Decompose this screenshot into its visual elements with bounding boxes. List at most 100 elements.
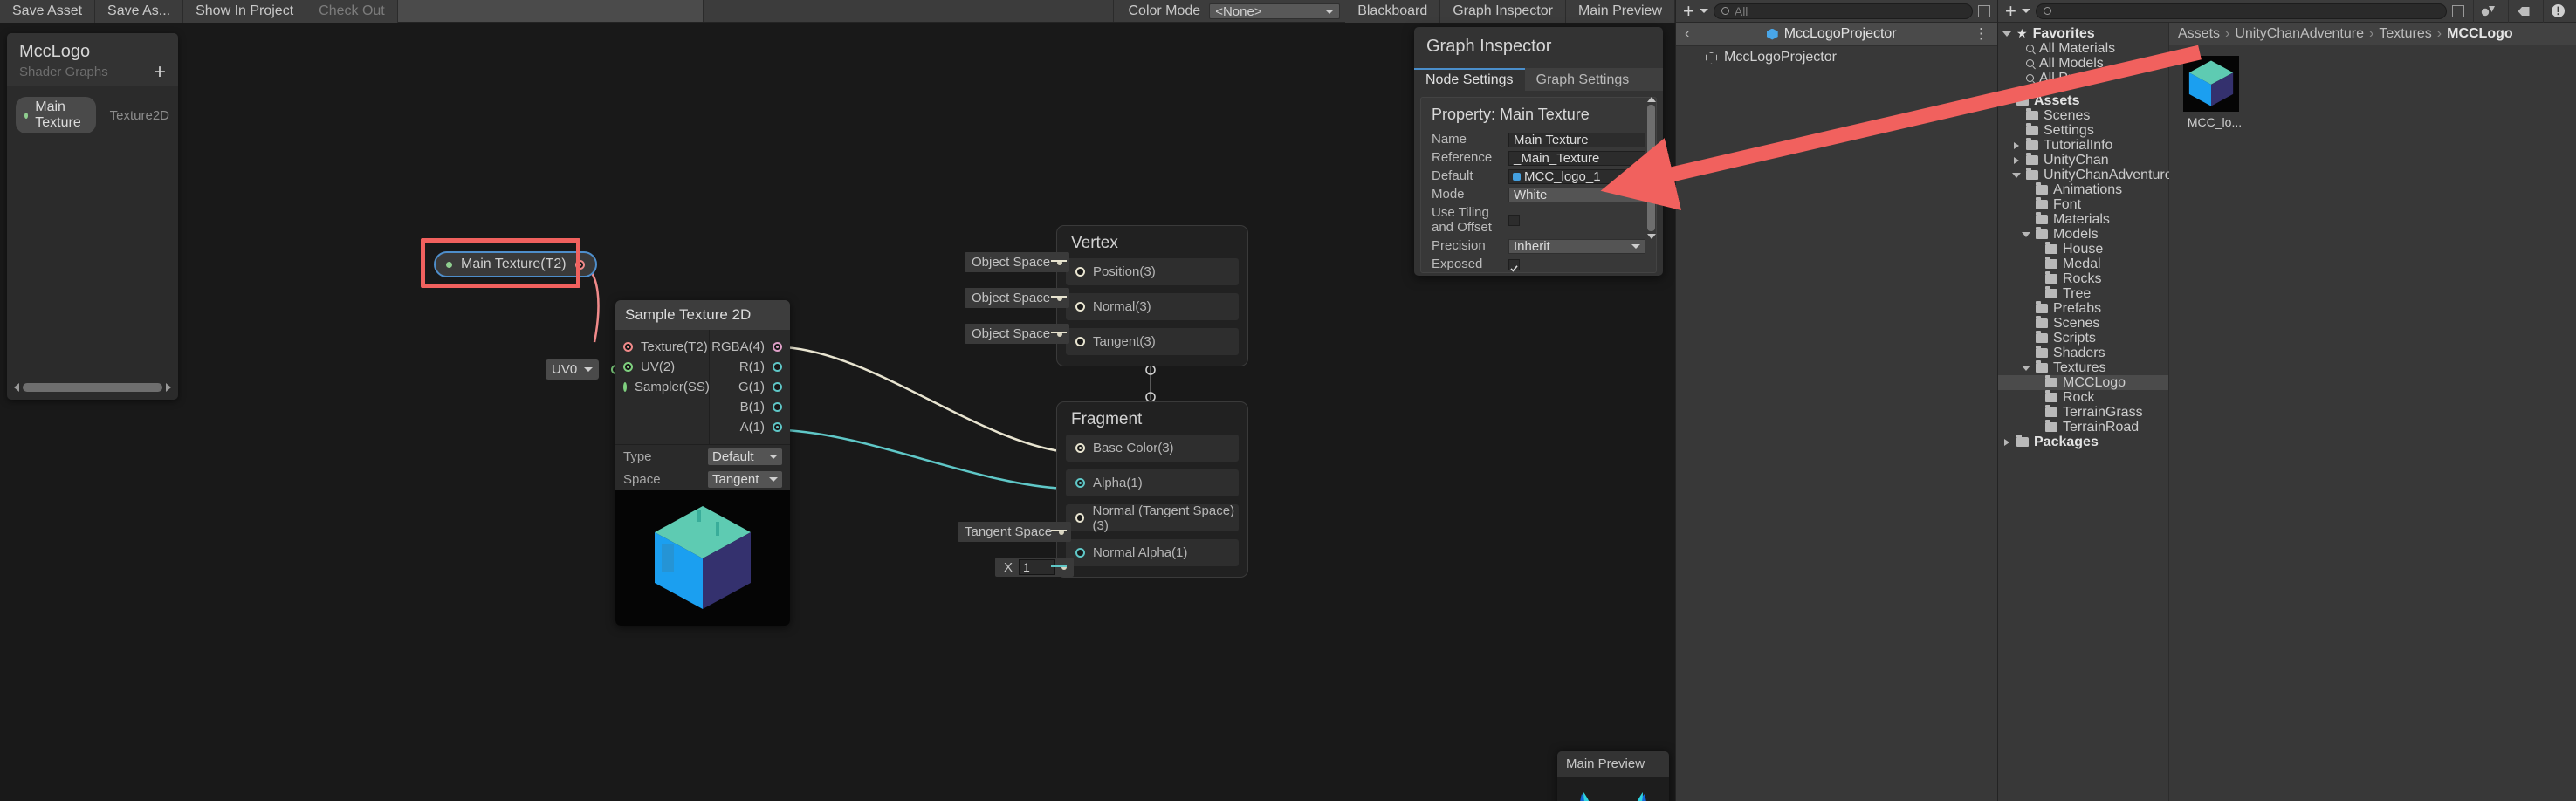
master-stack-fragment[interactable]: Fragment Base Color(3) Alpha(1) Normal (…	[1056, 401, 1248, 578]
tab-node-settings[interactable]: Node Settings	[1414, 68, 1525, 91]
normal-alpha-input[interactable]	[1019, 559, 1055, 575]
scroll-right-icon[interactable]	[166, 383, 171, 392]
reference-input[interactable]: _Main_Texture	[1508, 151, 1645, 166]
node-sample-texture-2d[interactable]: Sample Texture 2D Texture(T2) UV(2) Samp…	[615, 300, 790, 626]
output-port-r[interactable]: R(1)	[710, 357, 782, 377]
tree-item-animations[interactable]: Animations	[1998, 182, 2168, 197]
port-icon[interactable]	[773, 402, 782, 412]
inspector-scroll-thumb[interactable]	[1647, 105, 1655, 231]
scroll-left-icon[interactable]	[14, 383, 19, 392]
output-port-b[interactable]: B(1)	[710, 397, 782, 417]
blackboard-toggle-button[interactable]: Blackboard	[1345, 0, 1440, 23]
port-icon[interactable]	[623, 382, 627, 392]
blackboard-scrollbar[interactable]	[14, 381, 171, 393]
twisty-expanded-icon[interactable]	[2002, 99, 2011, 104]
fragment-slot-alpha[interactable]: Alpha(1)	[1066, 469, 1239, 496]
tree-item-tutorialinfo[interactable]: TutorialInfo	[1998, 138, 2168, 153]
port-icon[interactable]	[773, 422, 782, 432]
main-preview-viewport[interactable]	[1557, 777, 1669, 801]
blackboard-property-row[interactable]: Main Texture Texture2D	[16, 97, 169, 134]
port-icon[interactable]	[1075, 302, 1085, 312]
fragment-slot-normal-tangent-space[interactable]: Normal (Tangent Space)(3)	[1066, 504, 1239, 531]
port-icon[interactable]	[773, 382, 782, 392]
tree-item-shaders[interactable]: Shaders	[1998, 346, 2168, 360]
vertex-normal-space-chip[interactable]: Object Space	[965, 288, 1069, 308]
breadcrumb-segment[interactable]: UnityChanAdventure	[2235, 26, 2364, 42]
tree-item-scenes[interactable]: Scenes	[1998, 316, 2168, 331]
asset-thumbnail[interactable]	[2183, 56, 2239, 112]
output-port-g[interactable]: G(1)	[710, 377, 782, 397]
hierarchy-search-input[interactable]: All	[1714, 3, 1973, 19]
blackboard-panel[interactable]: MccLogo Shader Graphs + Main Texture Tex…	[7, 33, 178, 400]
expand-window-icon[interactable]	[1978, 5, 1990, 17]
tree-item-unitychanadventure[interactable]: UnityChanAdventure	[1998, 168, 2168, 182]
search-by-type-icon[interactable]	[2473, 0, 2503, 23]
chevron-down-icon[interactable]	[1700, 9, 1708, 13]
project-search-input[interactable]	[2036, 3, 2447, 19]
tree-item-rock[interactable]: Rock	[1998, 390, 2168, 405]
hierarchy-scene-header[interactable]: ‹ MccLogoProjector ⋮	[1676, 23, 1997, 46]
tree-item-terraingrass[interactable]: TerrainGrass	[1998, 405, 2168, 420]
scroll-down-icon[interactable]	[1647, 234, 1656, 239]
main-preview-window[interactable]: Main Preview	[1557, 751, 1669, 801]
add-property-button[interactable]: +	[154, 65, 166, 79]
tree-item-terrainroad[interactable]: TerrainRoad	[1998, 420, 2168, 435]
twisty-collapsed-icon[interactable]	[2011, 142, 2021, 149]
vertex-tangent-space-chip[interactable]: Object Space	[965, 324, 1069, 344]
node-field-type[interactable]: Type Default	[615, 445, 790, 468]
fragment-slot-base-color[interactable]: Base Color(3)	[1066, 435, 1239, 462]
port-icon[interactable]	[623, 342, 633, 352]
input-port-sampler[interactable]: Sampler(SS)	[623, 377, 709, 397]
scroll-thumb[interactable]	[23, 383, 162, 392]
master-stack-vertex[interactable]: Vertex Position(3) Normal(3) Tangent(3)	[1056, 225, 1248, 366]
show-in-project-button[interactable]: Show In Project	[183, 0, 306, 23]
graph-inspector-panel[interactable]: Graph Inspector Node Settings Graph Sett…	[1414, 27, 1663, 276]
save-as-button[interactable]: Save As...	[95, 0, 183, 23]
name-input[interactable]: Main Texture	[1508, 133, 1645, 147]
inspector-scrollbar[interactable]	[1646, 97, 1656, 276]
twisty-collapsed-icon[interactable]	[2011, 157, 2021, 164]
expand-window-icon[interactable]	[2452, 5, 2464, 17]
scroll-up-icon[interactable]	[1647, 97, 1656, 102]
color-mode-dropdown[interactable]: <None>	[1209, 3, 1340, 19]
breadcrumb-segment[interactable]: Assets	[2178, 26, 2220, 42]
tree-item-house[interactable]: House	[1998, 242, 2168, 257]
port-icon[interactable]	[1075, 443, 1085, 453]
tree-item-all-materials[interactable]: All Materials	[1998, 41, 2168, 56]
back-arrow-icon[interactable]: ‹	[1685, 26, 1689, 42]
tree-item-font[interactable]: Font	[1998, 197, 2168, 212]
main-preview-toggle-button[interactable]: Main Preview	[1566, 0, 1675, 23]
tree-item-unitychan[interactable]: UnityChan	[1998, 153, 2168, 168]
property-node-main-texture[interactable]: Main Texture(T2)	[434, 251, 597, 277]
vertex-position-space-chip[interactable]: Object Space	[965, 252, 1069, 272]
node-preview-thumbnail[interactable]	[615, 490, 790, 626]
search-by-label-icon[interactable]	[2508, 0, 2538, 23]
output-port-rgba[interactable]: RGBA(4)	[710, 337, 782, 357]
port-icon[interactable]	[1075, 267, 1085, 277]
tree-item-scenes[interactable]: Scenes	[1998, 108, 2168, 123]
port-icon[interactable]	[1075, 478, 1085, 488]
space-dropdown[interactable]: Tangent	[708, 471, 782, 488]
project-folder-tree[interactable]: ★FavoritesAll MaterialsAll ModelsAll Pre…	[1998, 23, 2169, 801]
tab-graph-settings[interactable]: Graph Settings	[1525, 68, 1641, 91]
breadcrumb-segment[interactable]: Textures	[2379, 26, 2431, 42]
twisty-collapsed-icon[interactable]	[2002, 439, 2011, 446]
port-icon[interactable]	[1075, 548, 1085, 558]
mode-dropdown[interactable]: White	[1508, 188, 1645, 202]
tree-item-rocks[interactable]: Rocks	[1998, 271, 2168, 286]
node-field-space[interactable]: Space Tangent	[615, 468, 790, 490]
hierarchy-item-root[interactable]: MccLogoProjector	[1676, 46, 1997, 69]
vertex-slot-tangent[interactable]: Tangent(3)	[1066, 328, 1239, 355]
default-object-field[interactable]: MCC_logo_1	[1508, 169, 1645, 184]
fragment-normal-space-chip[interactable]: Tangent Space	[958, 522, 1071, 542]
tree-item-packages[interactable]: Packages	[1998, 435, 2168, 449]
asset-grid[interactable]: MCC_lo...	[2169, 45, 2576, 129]
twisty-expanded-icon[interactable]	[2011, 173, 2021, 178]
tree-item-models[interactable]: Models	[1998, 227, 2168, 242]
port-icon[interactable]	[1075, 337, 1085, 346]
property-node-output-port[interactable]	[575, 260, 585, 270]
project-asset-browser[interactable]: Assets›UnityChanAdventure›Textures›MCCLo…	[2169, 23, 2576, 801]
add-gameobject-icon[interactable]: +	[1683, 5, 1694, 17]
object-picker-icon[interactable]	[1632, 172, 1643, 182]
tiling-offset-checkbox[interactable]	[1508, 215, 1520, 226]
